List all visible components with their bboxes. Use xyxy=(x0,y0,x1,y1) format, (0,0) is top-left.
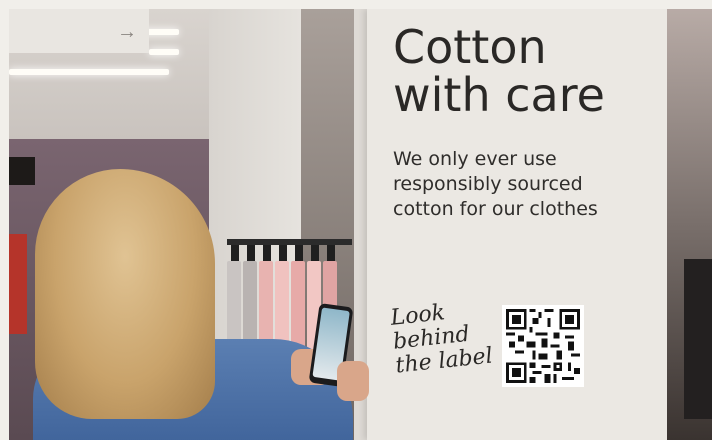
store-sign xyxy=(9,157,35,185)
panel-subtext: We only ever use responsibly sourced cot… xyxy=(393,148,598,220)
sign-panel: Cotton with care We only ever use respon… xyxy=(367,9,667,440)
clothing-display xyxy=(684,259,712,419)
ceiling-light xyxy=(9,69,169,75)
qr-code-icon xyxy=(502,305,584,387)
shopper-hand xyxy=(337,361,369,401)
clothing-display xyxy=(9,234,27,334)
shopper-hair xyxy=(35,169,215,419)
store-photo: → Cotton with care We only ever use resp… xyxy=(9,9,712,440)
look-behind-the-label-logo: Look behind the label xyxy=(389,300,494,379)
directional-sign: → xyxy=(9,9,149,53)
arrow-right-icon: → xyxy=(117,21,137,43)
panel-headline: Cotton with care xyxy=(393,20,605,122)
ceiling-light xyxy=(149,49,179,55)
